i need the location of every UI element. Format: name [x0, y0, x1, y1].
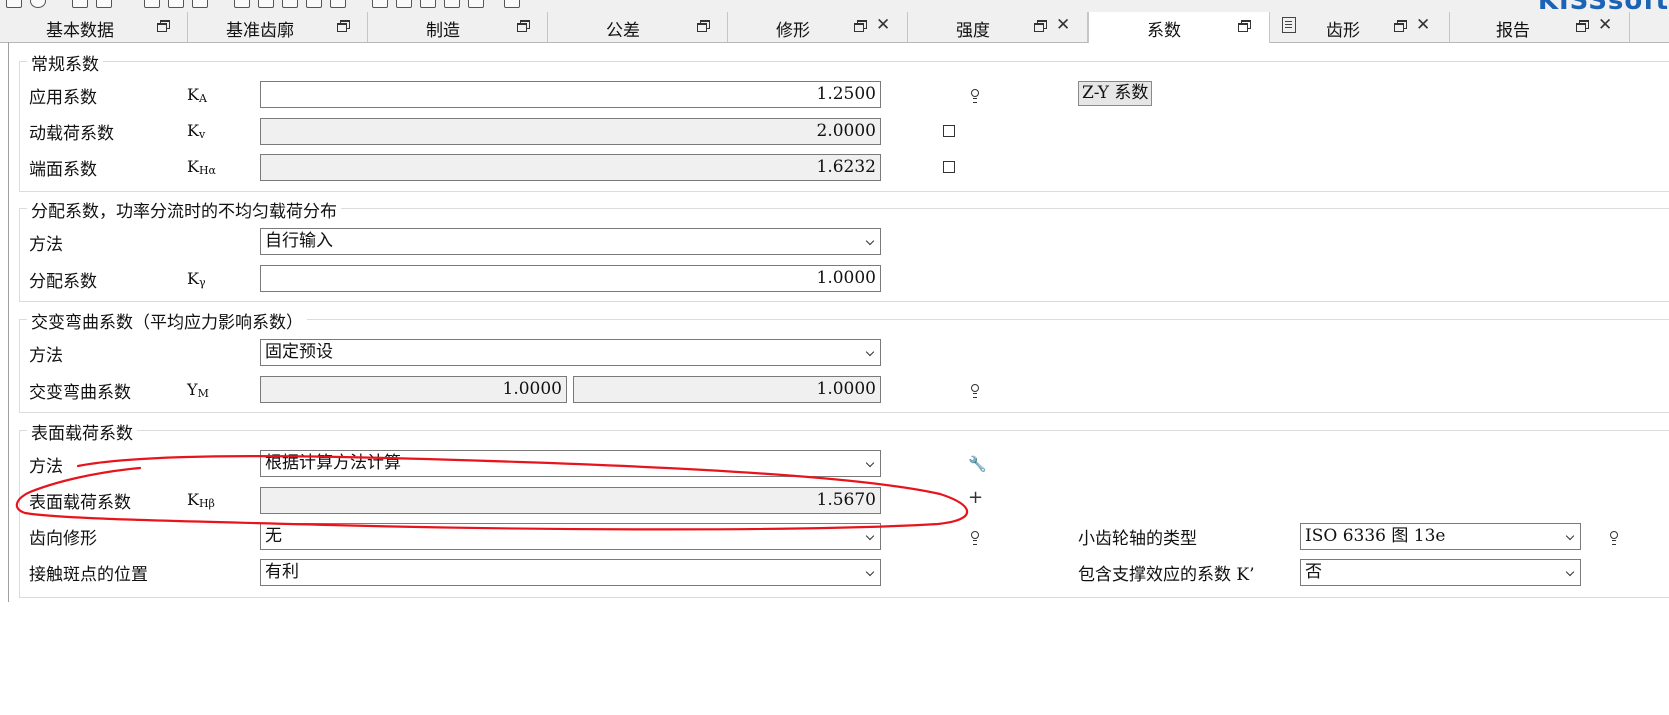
toolbar-icon[interactable]	[306, 0, 322, 8]
contact-position-label: 接触斑点的位置	[29, 565, 148, 585]
transverse-factor-checkbox[interactable]	[943, 161, 955, 173]
face-load-factor-label: 表面载荷系数	[29, 493, 131, 513]
tab-label: 系数	[1147, 21, 1181, 41]
document-icon	[1282, 17, 1296, 33]
bending-method-select[interactable]: 固定预设	[260, 339, 881, 366]
toolbar-icon[interactable]	[504, 0, 520, 8]
bending-factor-label: 交变弯曲系数	[29, 383, 131, 403]
tab-strength[interactable]: 强度 ✕	[908, 12, 1088, 42]
lightbulb-icon[interactable]	[1607, 530, 1621, 546]
tab-manufacturing[interactable]: 制造	[368, 12, 548, 42]
tab-label: 报告	[1496, 21, 1530, 41]
dynamic-factor-symbol: Kv	[187, 121, 206, 141]
dynamic-factor-label: 动载荷系数	[29, 124, 114, 144]
bending-method-label: 方法	[29, 346, 63, 366]
close-icon[interactable]: ✕	[1598, 15, 1612, 35]
tab-label: 制造	[426, 21, 460, 41]
restore-icon[interactable]	[854, 20, 867, 32]
close-icon[interactable]: ✕	[1056, 15, 1070, 35]
transverse-factor-symbol: KHα	[187, 157, 216, 177]
application-factor-label: 应用系数	[29, 88, 97, 108]
panel-left-border	[8, 42, 9, 602]
distribution-factor-label: 分配系数	[29, 272, 97, 292]
tab-label: 公差	[606, 21, 640, 41]
toolbar-icon[interactable]	[444, 0, 460, 8]
distribution-factor-symbol: Kγ	[187, 269, 206, 289]
support-effect-select[interactable]: 否	[1300, 559, 1581, 586]
tab-reference-profile[interactable]: 基准齿廓	[188, 12, 368, 42]
support-effect-label: 包含支撑效应的系数 K’	[1078, 565, 1255, 585]
restore-icon[interactable]	[1034, 20, 1047, 32]
toolbar-icon[interactable]	[468, 0, 484, 8]
plus-icon[interactable]: +	[968, 487, 983, 508]
restore-icon[interactable]	[1238, 20, 1251, 32]
tab-tolerances[interactable]: 公差	[548, 12, 728, 42]
tab-label: 强度	[956, 21, 990, 41]
toolbar-icon[interactable]	[6, 0, 22, 8]
restore-icon[interactable]	[1394, 20, 1407, 32]
contact-position-select[interactable]: 有利	[260, 559, 881, 586]
transverse-factor-label: 端面系数	[29, 160, 97, 180]
settings-icon[interactable]	[30, 0, 46, 8]
group-title: 交变弯曲系数（平均应力影响系数）	[27, 308, 307, 333]
close-icon[interactable]: ✕	[1416, 15, 1430, 35]
tab-label: 基准齿廓	[226, 21, 294, 41]
tab-basic-data[interactable]: 基本数据	[8, 12, 188, 42]
tab-bar: 基本数据 基准齿廓 制造 公差 修形 ✕ 强度 ✕ 系数 齿形 ✕ 报告 ✕	[0, 12, 1669, 43]
distribution-method-select[interactable]: 自行输入	[260, 228, 881, 255]
group-title: 表面载荷系数	[27, 419, 137, 444]
transverse-factor-input[interactable]: 1.6232	[260, 154, 881, 181]
toolbar-icon[interactable]	[234, 0, 250, 8]
bending-factor-input-1[interactable]: 1.0000	[260, 376, 567, 403]
toolbar-icon[interactable]	[72, 0, 88, 8]
application-factor-input[interactable]: 1.2500	[260, 81, 881, 108]
distribution-method-label: 方法	[29, 235, 63, 255]
toolbar-icon[interactable]	[96, 0, 112, 8]
tab-label: 齿形	[1326, 21, 1360, 41]
dynamic-factor-input[interactable]: 2.0000	[260, 118, 881, 145]
close-icon[interactable]: ✕	[876, 15, 890, 35]
tab-label: 基本数据	[46, 21, 114, 41]
distribution-factor-input[interactable]: 1.0000	[260, 265, 881, 292]
wrench-icon[interactable]: 🔧	[968, 455, 987, 473]
face-load-method-label: 方法	[29, 457, 63, 477]
pinion-shaft-type-select[interactable]: ISO 6336 图 13e	[1300, 523, 1581, 550]
lead-modification-label: 齿向修形	[29, 529, 97, 549]
toolbar-icon[interactable]	[330, 0, 346, 8]
lightbulb-icon[interactable]	[968, 383, 982, 399]
toolbar-icon[interactable]	[258, 0, 274, 8]
restore-icon[interactable]	[517, 20, 530, 32]
restore-icon[interactable]	[1576, 20, 1589, 32]
zy-factors-button[interactable]: Z-Y 系数	[1078, 81, 1153, 106]
toolbar-icon[interactable]	[168, 0, 184, 8]
toolbar-icon[interactable]	[192, 0, 208, 8]
restore-icon[interactable]	[337, 20, 350, 32]
tab-tooth-form[interactable]: 齿形 ✕	[1270, 12, 1450, 42]
toolbar-icon[interactable]	[144, 0, 160, 8]
tab-factors[interactable]: 系数	[1088, 12, 1270, 43]
tab-report[interactable]: 报告 ✕	[1450, 12, 1630, 42]
application-factor-symbol: KA	[187, 85, 207, 105]
toolbar-icon[interactable]	[282, 0, 298, 8]
restore-icon[interactable]	[697, 20, 710, 32]
face-load-factor-symbol: KHβ	[187, 490, 215, 510]
dynamic-factor-checkbox[interactable]	[943, 125, 955, 137]
lightbulb-icon[interactable]	[968, 88, 982, 104]
pinion-shaft-type-label: 小齿轮轴的类型	[1078, 529, 1197, 549]
tab-modifications[interactable]: 修形 ✕	[728, 12, 908, 42]
toolbar-icon[interactable]	[396, 0, 412, 8]
group-title: 分配系数，功率分流时的不均匀载荷分布	[27, 197, 341, 222]
bending-factor-symbol: YM	[187, 380, 209, 400]
toolbar-icon[interactable]	[420, 0, 436, 8]
face-load-factor-input[interactable]: 1.5670	[260, 487, 881, 514]
face-load-method-select[interactable]: 根据计算方法计算	[260, 450, 881, 477]
toolbar-icon[interactable]	[372, 0, 388, 8]
group-title: 常规系数	[27, 50, 103, 75]
restore-icon[interactable]	[157, 20, 170, 32]
lead-modification-select[interactable]: 无	[260, 523, 881, 550]
tab-label: 修形	[776, 21, 810, 41]
lightbulb-icon[interactable]	[968, 530, 982, 546]
bending-factor-input-2[interactable]: 1.0000	[573, 376, 881, 403]
